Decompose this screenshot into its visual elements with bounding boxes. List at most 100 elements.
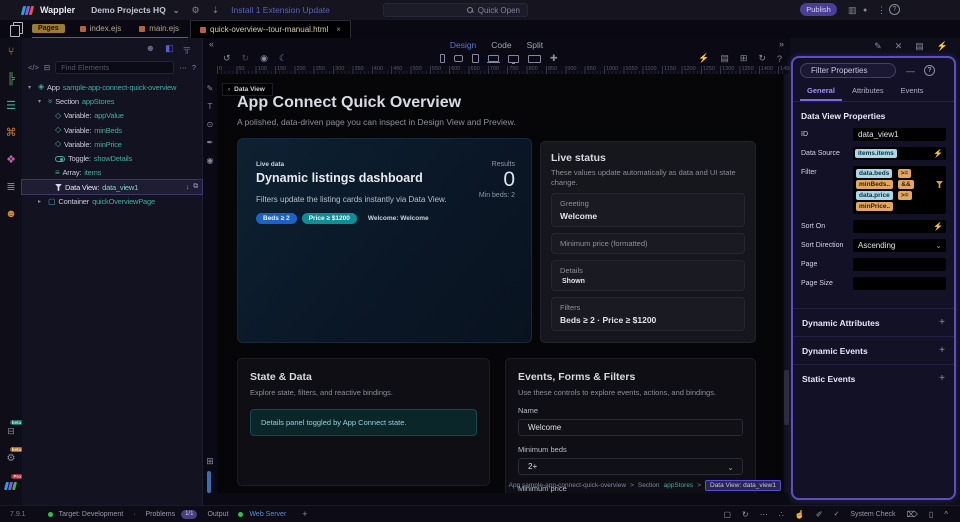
target-label[interactable]: Target: Development <box>59 511 124 518</box>
output-label[interactable]: Output <box>207 511 228 518</box>
help-icon[interactable]: ? <box>889 4 900 15</box>
tree-item-app[interactable]: ▾ ◈ App sample-app-connect-quick-overvie… <box>22 80 202 94</box>
data-source-token[interactable]: items.items <box>855 149 897 158</box>
tree-item-variable-minprice[interactable]: ◇ Variable: minPrice <box>22 137 202 151</box>
caret-down-icon[interactable]: ▾ <box>28 84 35 91</box>
dynamic-data-bolt-icon[interactable]: ⚡ <box>933 222 943 231</box>
tree-item-section[interactable]: ▾ » Section appStores <box>22 94 202 108</box>
trash-icon[interactable]: ▯ <box>929 510 933 519</box>
collapse-right-icon[interactable]: » <box>779 39 784 49</box>
page-size-input[interactable] <box>853 277 946 290</box>
filter-token[interactable]: >= <box>898 191 912 200</box>
filter-token[interactable]: && <box>898 180 913 189</box>
section-static-events[interactable]: Static Events + <box>793 364 954 392</box>
tab-general[interactable]: General <box>800 83 842 101</box>
download-update-icon[interactable]: ⇣ <box>212 5 220 16</box>
checkbox-icon[interactable]: ▢ <box>723 510 731 519</box>
refresh-icon[interactable]: ↻ <box>742 510 749 519</box>
canvas-scrollbar[interactable] <box>784 74 789 493</box>
breadcrumb-app[interactable]: App sample-app-connect-quick-overview <box>509 482 626 489</box>
dynamic-data-bolt-icon[interactable]: ⚡ <box>933 149 943 158</box>
sort-direction-select[interactable]: Ascending ⌄ <box>853 239 946 252</box>
add-panel-icon[interactable]: + <box>302 509 307 519</box>
extensions-beta-icon[interactable]: ⊟ beta <box>0 418 22 445</box>
typography-icon[interactable]: T <box>208 102 213 111</box>
tab-main-ejs[interactable]: main.ejs <box>130 20 188 37</box>
filter-funnel-icon[interactable] <box>936 181 943 188</box>
tab-quick-overview-active[interactable]: quick-overview--tour-manual.html × <box>190 20 351 38</box>
layers-icon[interactable]: ≣ <box>0 173 22 200</box>
device-phone-icon[interactable] <box>440 54 445 63</box>
dark-mode-moon-icon[interactable]: ☾ <box>279 53 287 64</box>
node-tree-icon[interactable]: ╠ <box>0 65 22 92</box>
data-source-input[interactable]: items.items ⚡ <box>853 147 946 160</box>
side-scrollbar-thumb[interactable] <box>207 471 211 493</box>
publish-button[interactable]: Publish <box>800 3 837 16</box>
tree-item-toggle-showdetails[interactable]: Toggle: showDetails <box>22 151 202 165</box>
breadcrumb-section-label[interactable]: Section <box>638 482 660 489</box>
tab-index-ejs[interactable]: index.ejs <box>71 20 131 37</box>
minimize-icon[interactable]: — <box>906 66 915 76</box>
device-tv-icon[interactable] <box>528 55 541 63</box>
plus-icon[interactable]: + <box>939 345 945 356</box>
move-resize-icon[interactable]: ✚ <box>550 53 558 64</box>
stack-icon[interactable]: ▤ <box>915 41 924 52</box>
robot-icon[interactable]: ☻ <box>146 43 155 53</box>
plus-icon[interactable]: + <box>939 373 945 384</box>
page-input[interactable] <box>853 258 946 271</box>
wappler-pro-icon[interactable]: Pro <box>0 472 22 499</box>
filter-token[interactable]: data.beds <box>856 169 892 178</box>
device-laptop-icon[interactable] <box>488 55 499 62</box>
help-icon[interactable]: ? <box>924 65 935 76</box>
design-tools-icon[interactable]: ❖ <box>0 146 22 173</box>
problems-label[interactable]: Problems <box>146 511 176 518</box>
flash-icon[interactable]: ⚡ <box>937 41 948 52</box>
arrow-down-icon[interactable]: ↓ <box>186 184 189 191</box>
git-icon[interactable]: ⑂ <box>0 38 22 65</box>
screenshot-camera-icon[interactable]: ◉ <box>260 53 268 64</box>
tree-item-data-view-selected[interactable]: Data View: data_view1 ↓ ⧉ <box>22 180 202 194</box>
close-panel-icon[interactable]: ✕ <box>895 41 903 52</box>
filter-token[interactable]: >= <box>898 169 912 178</box>
filter-token[interactable]: data.price <box>856 191 893 200</box>
canvas-scrollbar-thumb[interactable] <box>784 370 789 425</box>
caret-right-icon[interactable]: ▸ <box>38 198 45 205</box>
device-tablet-icon[interactable] <box>472 54 479 63</box>
refresh-icon[interactable]: ↻ <box>758 53 766 64</box>
copy-icon[interactable]: ⧉ <box>193 183 198 191</box>
share-nodes-icon[interactable]: ∴ <box>779 510 784 519</box>
project-selector[interactable]: Demo Projects HQ ⌄ <box>91 5 179 15</box>
kebab-menu-icon[interactable]: ⋮ <box>877 5 886 15</box>
plus-icon[interactable]: + <box>939 317 945 328</box>
breadcrumb-section-value[interactable]: appStores <box>664 482 694 489</box>
pin-icon[interactable]: ⊙ <box>207 120 214 129</box>
grid-toggle-icon[interactable]: ⊞ <box>203 456 217 467</box>
tab-events[interactable]: Events <box>894 83 931 101</box>
settings-beta-icon[interactable]: ⚙ beta <box>0 445 22 472</box>
droplet-icon[interactable]: ● <box>863 6 867 16</box>
palette-icon[interactable]: ◧ <box>165 43 174 54</box>
undo-icon[interactable]: ↺ <box>223 53 231 64</box>
extension-update-link[interactable]: Install 1 Extension Update <box>231 5 330 15</box>
device-desktop-icon[interactable] <box>508 55 519 63</box>
compose-icon[interactable]: ✎ <box>874 41 882 52</box>
section-dynamic-events[interactable]: Dynamic Events + <box>793 336 954 364</box>
section-dynamic-attributes[interactable]: Dynamic Attributes + <box>793 308 954 336</box>
help-icon[interactable]: ? <box>192 63 196 72</box>
routes-icon[interactable]: ⌘ <box>0 119 22 146</box>
pages-icon[interactable] <box>10 22 22 35</box>
more-options-icon[interactable]: ⋯ <box>179 63 187 72</box>
find-elements-input[interactable] <box>55 61 174 74</box>
chevron-up-icon[interactable]: ^ <box>944 510 948 519</box>
collapse-left-icon[interactable]: « <box>209 39 214 49</box>
filter-expression-input[interactable]: data.beds >= minBeds.. && data.price >= … <box>853 166 946 214</box>
thumbs-up-icon[interactable]: ☝ <box>795 510 805 519</box>
more-icon[interactable]: ⋯ <box>760 510 768 519</box>
sort-on-input[interactable]: ⚡ <box>853 220 946 233</box>
tree-item-container[interactable]: ▸ ▢ Container quickOverviewPage <box>22 194 202 208</box>
ink-style-icon[interactable]: ✒ <box>207 138 214 147</box>
edit-icon[interactable]: ✎ <box>207 84 214 93</box>
id-input[interactable] <box>853 128 946 141</box>
system-check-label[interactable]: System Check <box>850 511 895 518</box>
export-icon[interactable]: ▤ <box>720 53 729 64</box>
